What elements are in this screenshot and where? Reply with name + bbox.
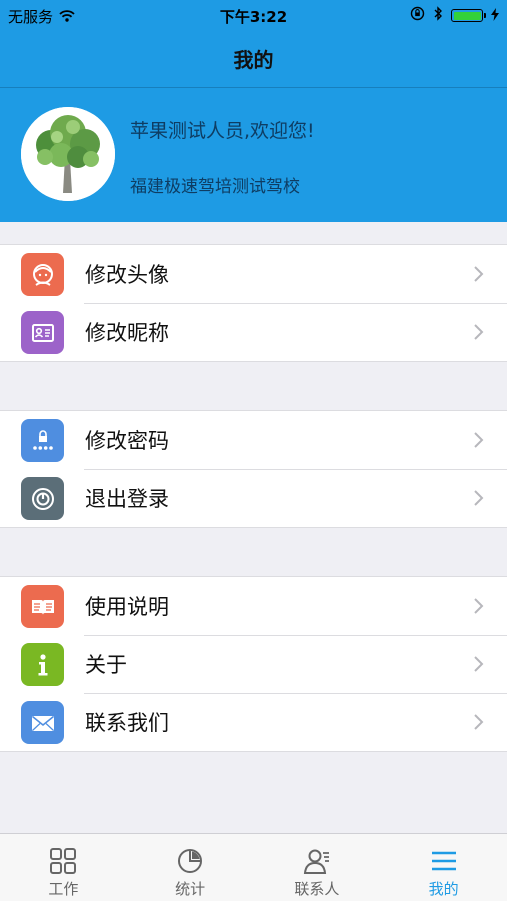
battery-icon bbox=[451, 9, 486, 22]
menu-item-label: 关于 bbox=[85, 653, 127, 677]
welcome-text: 苹果测试人员,欢迎您! bbox=[130, 120, 315, 142]
chevron-right-icon bbox=[474, 324, 484, 340]
menu-item-change-password[interactable]: 修改密码 bbox=[0, 411, 507, 469]
bluetooth-icon bbox=[433, 6, 443, 25]
menu-item-label: 退出登录 bbox=[85, 487, 169, 511]
tab-label: 工作 bbox=[48, 880, 79, 898]
charging-icon bbox=[491, 7, 499, 25]
chevron-right-icon bbox=[474, 598, 484, 614]
chevron-right-icon bbox=[474, 656, 484, 672]
rotation-lock-icon bbox=[410, 6, 425, 25]
power-icon bbox=[21, 477, 64, 520]
tab-contacts[interactable]: 联系人 bbox=[254, 834, 381, 901]
contacts-icon bbox=[303, 849, 329, 874]
menu-item-label: 联系我们 bbox=[85, 711, 169, 735]
chevron-right-icon bbox=[474, 490, 484, 506]
menu-item-label: 修改密码 bbox=[85, 429, 169, 453]
mail-icon bbox=[21, 701, 64, 744]
menu-item-label: 修改昵称 bbox=[85, 321, 169, 345]
menu-item-logout[interactable]: 退出登录 bbox=[0, 469, 507, 527]
profile-header: 苹果测试人员,欢迎您! 福建极速驾培测试驾校 bbox=[0, 88, 507, 222]
menu-item-edit-avatar[interactable]: 修改头像 bbox=[0, 245, 507, 303]
menu-item-label: 使用说明 bbox=[85, 595, 169, 619]
book-icon bbox=[21, 585, 64, 628]
tab-label: 我的 bbox=[428, 880, 459, 898]
tab-bar: 工作 统计 联系人 我的 bbox=[0, 833, 507, 901]
tab-work[interactable]: 工作 bbox=[0, 834, 127, 901]
menu-lines-icon bbox=[431, 851, 456, 871]
nav-bar: 我的 bbox=[0, 30, 507, 88]
chevron-right-icon bbox=[474, 266, 484, 282]
menu-group-info: 使用说明 关于 联系我们 bbox=[0, 576, 507, 752]
menu-group-profile: 修改头像 修改昵称 bbox=[0, 244, 507, 362]
chevron-right-icon bbox=[474, 432, 484, 448]
avatar-edit-icon bbox=[21, 253, 64, 296]
menu-item-edit-nickname[interactable]: 修改昵称 bbox=[0, 303, 507, 361]
page-title: 我的 bbox=[233, 48, 274, 72]
tab-statistics[interactable]: 统计 bbox=[127, 834, 254, 901]
chevron-right-icon bbox=[474, 714, 484, 730]
menu-item-instructions[interactable]: 使用说明 bbox=[0, 577, 507, 635]
tab-mine[interactable]: 我的 bbox=[380, 834, 507, 901]
tree-avatar-image bbox=[21, 107, 115, 201]
status-bar: 无服务 下午3:22 bbox=[0, 0, 507, 30]
password-lock-icon bbox=[21, 419, 64, 462]
menu-item-about[interactable]: 关于 bbox=[0, 635, 507, 693]
menu-item-label: 修改头像 bbox=[85, 263, 169, 287]
avatar[interactable] bbox=[21, 107, 115, 201]
tab-label: 统计 bbox=[175, 880, 206, 898]
info-icon bbox=[21, 643, 64, 686]
menu-group-account: 修改密码 退出登录 bbox=[0, 410, 507, 528]
menu-item-contact-us[interactable]: 联系我们 bbox=[0, 693, 507, 751]
tab-label: 联系人 bbox=[294, 880, 340, 898]
school-name: 福建极速驾培测试驾校 bbox=[130, 177, 300, 197]
grid-icon bbox=[50, 848, 77, 874]
pie-chart-icon bbox=[178, 849, 203, 873]
nickname-card-icon bbox=[21, 311, 64, 354]
